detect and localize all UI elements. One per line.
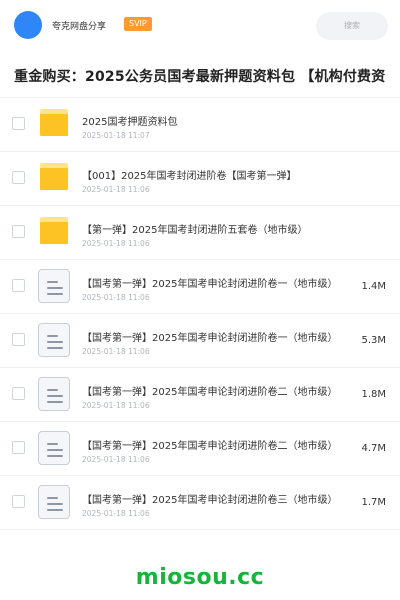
file-date: 2025-01-18 11:06 bbox=[82, 293, 150, 302]
file-date: 2025-01-18 11:06 bbox=[82, 401, 150, 410]
file-name[interactable]: 2025国考押题资料包 bbox=[82, 113, 382, 128]
folder-icon bbox=[38, 215, 70, 247]
folder-icon bbox=[38, 161, 70, 193]
svip-badge: SVIP bbox=[124, 17, 152, 31]
file-name[interactable]: 【国考第一弹】2025年国考申论封闭进阶卷二（地市级） bbox=[82, 437, 350, 452]
file-row[interactable]: 【第一弹】2025年国考封闭进阶五套卷（地市级） 2025-01-18 11:06 bbox=[0, 206, 400, 260]
file-date: 2025-01-18 11:07 bbox=[82, 131, 150, 140]
file-size: 1.4M bbox=[361, 281, 386, 292]
file-row[interactable]: 【001】2025年国考封闭进阶卷【国考第一弹】 2025-01-18 11:06 bbox=[0, 152, 400, 206]
file-size: 1.8M bbox=[361, 389, 386, 400]
file-name[interactable]: 【国考第一弹】2025年国考申论封闭进阶卷一（地市级） bbox=[82, 275, 350, 290]
document-icon bbox=[38, 377, 70, 411]
file-size: 1.7M bbox=[361, 497, 386, 508]
file-name[interactable]: 【国考第一弹】2025年国考申论封闭进阶卷二（地市级） bbox=[82, 383, 350, 398]
file-date: 2025-01-18 11:06 bbox=[82, 239, 150, 248]
file-name[interactable]: 【国考第一弹】2025年国考申论封闭进阶卷一（地市级） bbox=[82, 329, 350, 344]
file-checkbox[interactable] bbox=[12, 441, 25, 454]
file-row[interactable]: 【国考第一弹】2025年国考申论封闭进阶卷二（地市级） 2025-01-18 11… bbox=[0, 422, 400, 476]
header: 夸克网盘分享 SVIP 搜索 bbox=[0, 0, 400, 52]
folder-icon bbox=[38, 107, 70, 139]
file-date: 2025-01-18 11:06 bbox=[82, 347, 150, 356]
document-icon bbox=[38, 431, 70, 465]
file-name[interactable]: 【国考第一弹】2025年国考申论封闭进阶卷三（地市级） bbox=[82, 491, 350, 506]
watermark: miosou.cc bbox=[135, 565, 265, 590]
file-date: 2025-01-18 11:06 bbox=[82, 509, 150, 518]
avatar[interactable] bbox=[14, 11, 42, 39]
file-row[interactable]: 【国考第一弹】2025年国考申论封闭进阶卷二（地市级） 2025-01-18 11… bbox=[0, 368, 400, 422]
file-size: 5.3M bbox=[361, 335, 386, 346]
document-icon bbox=[38, 323, 70, 357]
search-placeholder: 搜索 bbox=[344, 21, 360, 30]
file-checkbox[interactable] bbox=[12, 279, 25, 292]
file-row[interactable]: 【国考第一弹】2025年国考申论封闭进阶卷一（地市级） 2025-01-18 11… bbox=[0, 314, 400, 368]
file-date: 2025-01-18 11:06 bbox=[82, 185, 150, 194]
share-title-bar: 重金购买：2025公务员国考最新押题资料包 【机构付费资 bbox=[0, 52, 400, 98]
file-checkbox[interactable] bbox=[12, 495, 25, 508]
file-row[interactable]: 2025国考押题资料包 2025-01-18 11:07 bbox=[0, 98, 400, 152]
search-input[interactable]: 搜索 bbox=[316, 12, 388, 40]
file-name[interactable]: 【001】2025年国考封闭进阶卷【国考第一弹】 bbox=[82, 167, 382, 182]
brand-name: 夸克网盘分享 bbox=[52, 22, 107, 32]
file-checkbox[interactable] bbox=[12, 333, 25, 346]
page-title: 重金购买：2025公务员国考最新押题资料包 【机构付费资 bbox=[14, 69, 386, 85]
document-icon bbox=[38, 485, 70, 519]
document-icon bbox=[38, 269, 70, 303]
file-size: 4.7M bbox=[361, 443, 386, 454]
file-checkbox[interactable] bbox=[12, 225, 25, 238]
file-list: 2025国考押题资料包 2025-01-18 11:07 【001】2025年国考封… bbox=[0, 98, 400, 530]
file-row[interactable]: 【国考第一弹】2025年国考申论封闭进阶卷一（地市级） 2025-01-18 11… bbox=[0, 260, 400, 314]
file-checkbox[interactable] bbox=[12, 117, 25, 130]
file-row[interactable]: 【国考第一弹】2025年国考申论封闭进阶卷三（地市级） 2025-01-18 11… bbox=[0, 476, 400, 530]
file-name[interactable]: 【第一弹】2025年国考封闭进阶五套卷（地市级） bbox=[82, 221, 382, 236]
file-checkbox[interactable] bbox=[12, 171, 25, 184]
file-date: 2025-01-18 11:06 bbox=[82, 455, 150, 464]
file-checkbox[interactable] bbox=[12, 387, 25, 400]
